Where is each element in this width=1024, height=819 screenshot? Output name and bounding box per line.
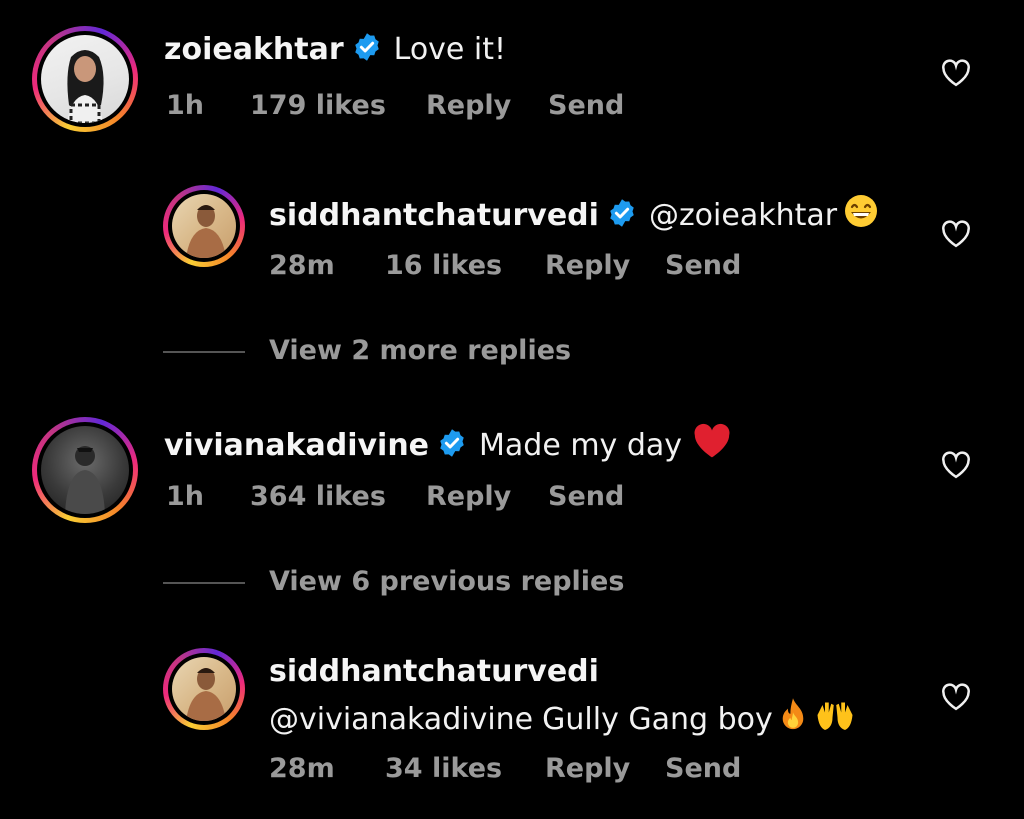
raising-hands-emoji-icon xyxy=(815,697,855,741)
comment-meta: 1h 179 likes Reply Send xyxy=(166,90,624,121)
verified-badge-icon xyxy=(607,198,637,236)
likes-count[interactable]: 16 likes xyxy=(385,250,545,281)
red-heart-emoji-icon xyxy=(692,423,732,467)
avatar-siddhantchaturvedi[interactable] xyxy=(163,648,245,730)
username[interactable]: zoieakhtar xyxy=(164,32,344,67)
timestamp: 28m xyxy=(269,753,335,784)
comment-text: Love it! xyxy=(393,32,507,67)
heart-outline-icon[interactable] xyxy=(941,451,971,483)
send-button[interactable]: Send xyxy=(665,250,741,281)
username[interactable]: vivianakadivine xyxy=(164,428,429,463)
verified-badge-icon xyxy=(437,428,467,466)
avatar-siddhantchaturvedi[interactable] xyxy=(163,185,245,267)
timestamp: 28m xyxy=(269,250,335,281)
reply-button[interactable]: Reply xyxy=(426,481,548,512)
thread-divider xyxy=(163,582,245,584)
send-button[interactable]: Send xyxy=(548,90,624,121)
comment-text-line: @vivianakadivine Gully Gang boy xyxy=(269,697,855,741)
reply-button[interactable]: Reply xyxy=(545,753,665,784)
heart-outline-icon[interactable] xyxy=(941,220,971,252)
comment-text: Gully Gang boy xyxy=(542,702,773,737)
comment-text-line: vivianakadivine Made my day xyxy=(164,423,732,467)
likes-count[interactable]: 364 likes xyxy=(250,481,426,512)
comment-meta: 1h 364 likes Reply Send xyxy=(166,481,624,512)
username[interactable]: siddhantchaturvedi xyxy=(269,198,599,233)
avatar-vivianakadivine[interactable] xyxy=(32,417,138,523)
view-previous-replies-button[interactable]: View 6 previous replies xyxy=(269,566,624,597)
verified-badge-icon xyxy=(352,32,382,70)
comment-text-line: siddhantchaturvedi @zoieakhtar xyxy=(269,193,879,237)
comment-text-line: zoieakhtar Love it! xyxy=(164,32,506,70)
view-more-replies-button[interactable]: View 2 more replies xyxy=(269,335,571,366)
comment-username-line: siddhantchaturvedi xyxy=(269,654,599,689)
timestamp: 1h xyxy=(166,90,205,121)
thread-divider xyxy=(163,351,245,353)
reply-button[interactable]: Reply xyxy=(426,90,548,121)
grinning-emoji-icon xyxy=(843,193,879,237)
mention-link[interactable]: @vivianakadivine xyxy=(269,702,533,737)
username[interactable]: siddhantchaturvedi xyxy=(269,654,599,689)
reply-button[interactable]: Reply xyxy=(545,250,665,281)
heart-outline-icon[interactable] xyxy=(941,683,971,715)
comment-text: Made my day xyxy=(479,428,683,463)
heart-outline-icon[interactable] xyxy=(941,59,971,91)
comment-meta: 28m 34 likes Reply Send xyxy=(269,753,741,784)
likes-count[interactable]: 179 likes xyxy=(250,90,426,121)
fire-emoji-icon xyxy=(777,697,809,741)
send-button[interactable]: Send xyxy=(548,481,624,512)
likes-count[interactable]: 34 likes xyxy=(385,753,545,784)
timestamp: 1h xyxy=(166,481,205,512)
avatar-zoieakhtar[interactable] xyxy=(32,26,138,132)
comment-meta: 28m 16 likes Reply Send xyxy=(269,250,741,281)
mention-link[interactable]: @zoieakhtar xyxy=(649,198,837,233)
send-button[interactable]: Send xyxy=(665,753,741,784)
